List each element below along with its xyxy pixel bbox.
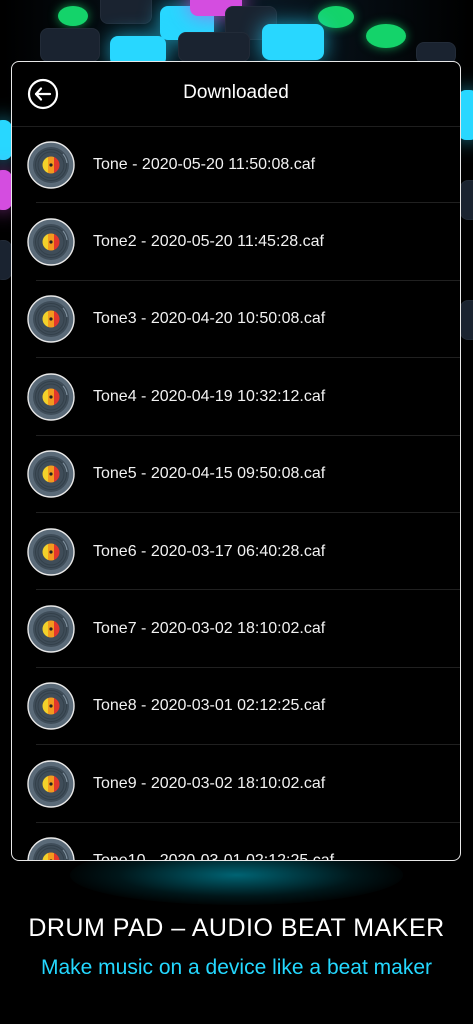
vinyl-disc-icon <box>27 527 75 576</box>
vinyl-disc-icon <box>27 837 75 860</box>
downloaded-panel: Downloaded Tone - 2020-05-20 11:50:08.ca… <box>11 61 461 861</box>
page-title: Downloaded <box>183 82 289 103</box>
file-name: Tone2 - 2020-05-20 11:45:28.caf <box>93 233 324 251</box>
file-list-item[interactable]: Tone2 - 2020-05-20 11:45:28.caf <box>12 203 460 282</box>
file-list-item[interactable]: Tone6 - 2020-03-17 06:40:28.caf <box>12 513 460 591</box>
pad-green-knob <box>58 6 88 26</box>
file-list-item[interactable]: Tone10 - 2020-03-01 02:12:25.caf <box>12 823 460 860</box>
file-name: Tone7 - 2020-03-02 18:10:02.caf <box>93 620 326 638</box>
panel-header: Downloaded <box>12 62 460 127</box>
file-name: Tone3 - 2020-04-20 10:50:08.caf <box>93 310 326 328</box>
vinyl-disc-icon <box>27 682 75 731</box>
file-name: Tone10 - 2020-03-01 02:12:25.caf <box>93 852 334 860</box>
file-name: Tone4 - 2020-04-19 10:32:12.caf <box>93 387 326 405</box>
file-name: Tone6 - 2020-03-17 06:40:28.caf <box>93 542 326 560</box>
file-list-item[interactable]: Tone - 2020-05-20 11:50:08.caf <box>12 126 460 204</box>
pad-green-knob <box>366 24 406 48</box>
vinyl-disc-icon <box>27 218 75 266</box>
app-title: DRUM PAD – AUDIO BEAT MAKER <box>28 914 445 942</box>
file-list-item[interactable]: Tone9 - 2020-03-02 18:10:02.caf <box>12 745 460 823</box>
vinyl-disc-icon <box>27 760 75 808</box>
vinyl-disc-icon <box>27 295 75 344</box>
app-subtitle: Make music on a device like a beat maker <box>40 956 432 979</box>
file-name: Tone8 - 2020-03-01 02:12:25.caf <box>93 697 326 715</box>
vinyl-disc-icon <box>27 450 75 498</box>
pad-dark-edge <box>460 180 473 220</box>
vinyl-disc-icon <box>27 373 75 421</box>
file-list-item[interactable]: Tone5 - 2020-04-15 09:50:08.caf <box>12 436 460 514</box>
file-list-item[interactable]: Tone4 - 2020-04-19 10:32:12.caf <box>12 358 460 436</box>
pad-dark <box>100 0 152 24</box>
file-list-item[interactable]: Tone8 - 2020-03-01 02:12:25.caf <box>12 668 460 746</box>
file-name: Tone - 2020-05-20 11:50:08.caf <box>93 155 316 173</box>
pad-cyan <box>262 24 324 60</box>
vinyl-disc-icon <box>27 140 75 189</box>
downloaded-files-list: Tone - 2020-05-20 11:50:08.caf Tone2 - 2… <box>12 126 460 860</box>
pad-dark <box>178 32 250 62</box>
file-name: Tone9 - 2020-03-02 18:10:02.caf <box>93 774 326 792</box>
file-name: Tone5 - 2020-04-15 09:50:08.caf <box>93 465 326 483</box>
file-list-item[interactable]: Tone7 - 2020-03-02 18:10:02.caf <box>12 590 460 669</box>
pad-dark-edge <box>460 300 473 340</box>
file-list-item[interactable]: Tone3 - 2020-04-20 10:50:08.caf <box>12 281 460 359</box>
pad-green-knob <box>318 6 354 28</box>
pad-dark <box>40 28 100 62</box>
vinyl-disc-icon <box>27 605 75 653</box>
